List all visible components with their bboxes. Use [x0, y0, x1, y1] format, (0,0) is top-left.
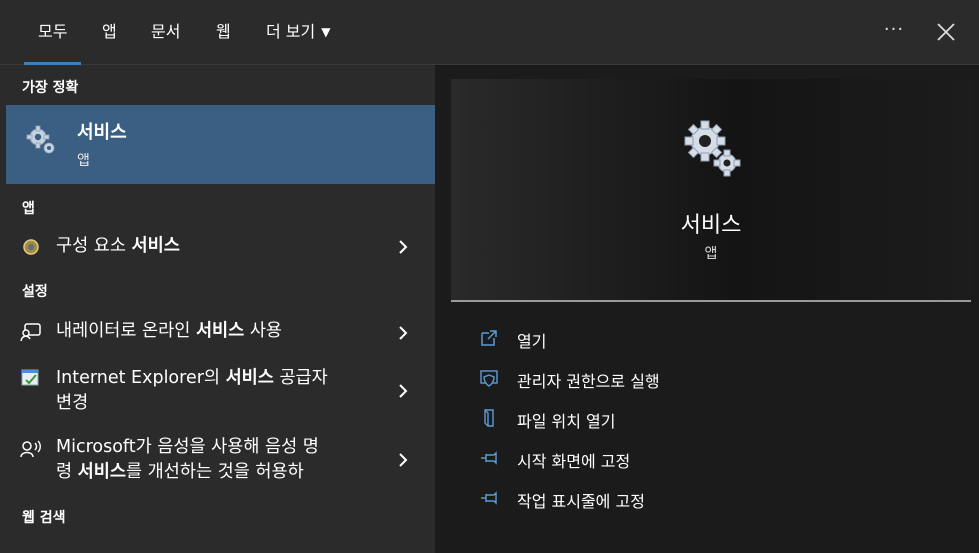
action-label: 파일 위치 열기	[517, 412, 616, 431]
result-label: 내레이터로 온라인 서비스 사용	[56, 321, 283, 341]
section-web-search: 웹 검색	[22, 510, 66, 526]
caret-down-icon: ▼	[321, 25, 331, 39]
narrator-icon	[20, 323, 41, 342]
action-open[interactable]: 열기	[479, 325, 929, 351]
best-match-subtitle: 앱	[77, 153, 90, 169]
chevron-right-icon	[399, 326, 408, 340]
best-match-item[interactable]: 서비스 앱	[6, 105, 435, 184]
open-icon	[481, 330, 497, 346]
result-speech-services[interactable]: Microsoft가 음성을 사용해 음성 명 령 서비스를 개선하는 것을 허…	[0, 434, 435, 486]
result-narrator-online-services[interactable]: 내레이터로 온라인 서비스 사용	[0, 317, 435, 347]
more-options-button[interactable]: ···	[880, 18, 908, 46]
results-list: 가장 정확 서비스 앱 앱 구성 요소 서비스 설정 내레이터로 온라인 서비스…	[0, 65, 435, 553]
tab-web[interactable]: 웹	[216, 0, 231, 65]
tab-all[interactable]: 모두	[23, 0, 83, 66]
action-label: 작업 표시줄에 고정	[517, 492, 645, 511]
section-settings: 설정	[22, 284, 48, 300]
close-button[interactable]	[932, 18, 960, 46]
best-match-title: 서비스	[77, 122, 127, 143]
result-label: Internet Explorer의 서비스 공급자 변경	[56, 368, 328, 413]
section-best-match: 가장 정확	[22, 80, 79, 96]
tab-more-label: 더 보기	[266, 22, 316, 41]
tab-all-label: 모두	[38, 22, 68, 41]
chevron-right-icon	[399, 384, 408, 398]
run-as-admin-shield-icon	[480, 370, 498, 387]
tab-apps-label: 앱	[102, 22, 117, 41]
tab-apps[interactable]: 앱	[102, 0, 117, 65]
pin-to-taskbar-icon	[481, 491, 497, 505]
speech-icon	[20, 440, 41, 458]
action-label: 열기	[517, 332, 547, 351]
search-filter-bar: 모두 앱 문서 웹 더 보기 ▼ ···	[0, 0, 979, 66]
detail-title: 서비스	[680, 213, 742, 238]
chevron-right-icon	[399, 240, 408, 254]
detail-hero: 서비스 앱	[451, 79, 971, 300]
detail-type: 앱	[704, 246, 718, 262]
services-gear-icon	[26, 125, 55, 154]
internet-explorer-settings-icon	[21, 369, 39, 386]
action-run-as-admin[interactable]: 관리자 권한으로 실행	[479, 365, 929, 391]
tab-documents-label: 문서	[151, 22, 181, 41]
action-label: 관리자 권한으로 실행	[517, 372, 660, 391]
action-open-file-location[interactable]: 파일 위치 열기	[479, 405, 929, 431]
result-component-services[interactable]: 구성 요소 서비스	[0, 233, 435, 261]
result-label: Microsoft가 음성을 사용해 음성 명 령 서비스를 개선하는 것을 허…	[56, 437, 319, 482]
result-label: 구성 요소 서비스	[56, 236, 180, 256]
pin-to-start-icon	[481, 451, 497, 465]
detail-pane: 서비스 앱 열기 관리자 권한으로 실행 파일 위치 열기 시작 화면에 고정	[435, 65, 979, 553]
chevron-right-icon	[399, 453, 408, 467]
action-pin-to-taskbar[interactable]: 작업 표시줄에 고정	[479, 485, 929, 511]
tab-web-label: 웹	[216, 22, 231, 41]
open-file-location-icon	[484, 409, 494, 427]
component-services-icon	[23, 239, 39, 255]
services-gear-icon	[684, 120, 741, 177]
action-pin-to-start[interactable]: 시작 화면에 고정	[479, 445, 929, 471]
result-ie-search-provider[interactable]: Internet Explorer의 서비스 공급자 변경	[0, 365, 435, 417]
tab-more[interactable]: 더 보기 ▼	[266, 0, 330, 65]
section-apps: 앱	[22, 201, 35, 217]
action-label: 시작 화면에 고정	[517, 452, 631, 471]
tab-documents[interactable]: 문서	[151, 0, 180, 65]
close-icon	[937, 23, 955, 41]
divider	[451, 300, 971, 302]
